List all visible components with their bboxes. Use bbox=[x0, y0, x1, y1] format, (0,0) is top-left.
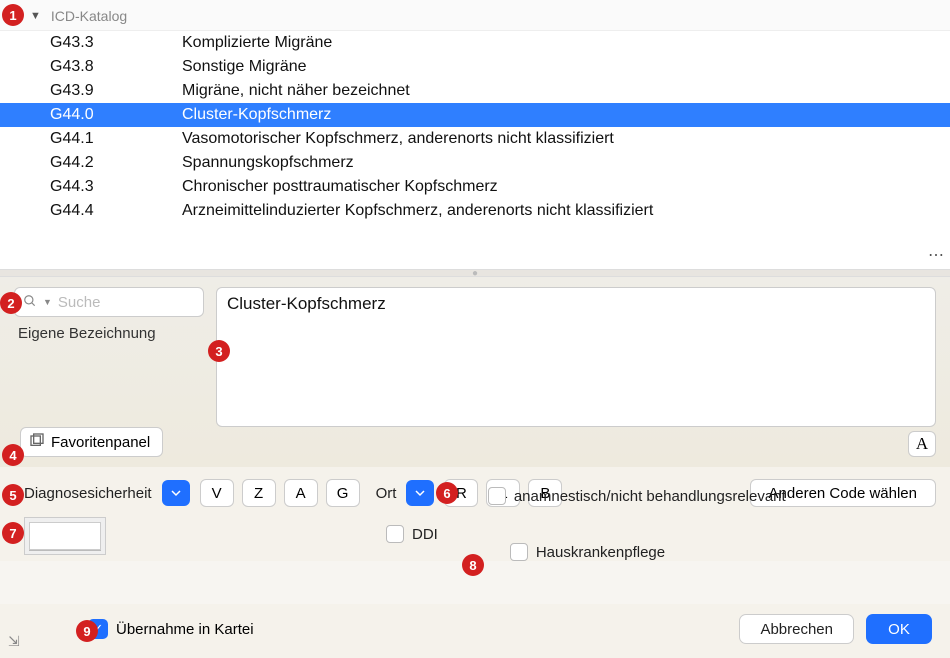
anamnestic-label: anamnestisch/nicht behandlungsrelevant bbox=[514, 488, 786, 505]
icd-code: G44.2 bbox=[50, 154, 182, 172]
icd-desc: Arzneimittelinduzierter Kopfschmerz, and… bbox=[182, 202, 950, 220]
chevron-down-icon: ▼ bbox=[30, 10, 41, 22]
diagnosis-textarea[interactable]: Cluster-Kopfschmerz bbox=[216, 287, 936, 427]
hkp-checkbox[interactable] bbox=[510, 543, 528, 561]
footer: ⇲ ✓ Übernahme in Kartei Abbrechen OK bbox=[0, 604, 950, 658]
font-button[interactable]: A bbox=[908, 431, 936, 457]
icd-code: G43.8 bbox=[50, 58, 182, 76]
diag-button-v[interactable]: V bbox=[200, 479, 234, 507]
marker-1: 1 bbox=[2, 4, 24, 26]
ok-button[interactable]: OK bbox=[866, 614, 932, 644]
search-input[interactable] bbox=[58, 294, 195, 311]
diag-button-a[interactable]: A bbox=[284, 479, 318, 507]
icd-row[interactable]: G43.3Komplizierte Migräne bbox=[0, 31, 950, 55]
cancel-button[interactable]: Abbrechen bbox=[739, 614, 854, 644]
icd-row[interactable]: G43.9Migräne, nicht näher bezeichnet bbox=[0, 79, 950, 103]
icd-desc: Cluster-Kopfschmerz bbox=[182, 106, 950, 124]
code-inputbox[interactable] bbox=[29, 522, 101, 550]
icd-row[interactable]: G44.4Arzneimittelinduzierter Kopfschmerz… bbox=[0, 199, 950, 223]
search-icon bbox=[23, 294, 37, 311]
icd-code: G43.3 bbox=[50, 34, 182, 52]
icd-row[interactable]: G44.1Vasomotorischer Kopfschmerz, andere… bbox=[0, 127, 950, 151]
icd-desc: Chronischer posttraumatischer Kopfschmer… bbox=[182, 178, 950, 196]
icd-row[interactable]: G44.0Cluster-Kopfschmerz bbox=[0, 103, 950, 127]
ddi-label: DDI bbox=[412, 526, 438, 543]
icd-desc: Migräne, nicht näher bezeichnet bbox=[182, 82, 950, 100]
icd-list: G43.3Komplizierte MigräneG43.8Sonstige M… bbox=[0, 31, 950, 269]
icd-code: G44.0 bbox=[50, 106, 182, 124]
location-dropdown[interactable] bbox=[406, 480, 434, 506]
marker-6: 6 bbox=[436, 482, 458, 504]
icd-row[interactable]: G44.3Chronischer posttraumatischer Kopfs… bbox=[0, 175, 950, 199]
take-to-file-label: Übernahme in Kartei bbox=[116, 621, 254, 638]
marker-4: 4 bbox=[2, 444, 24, 466]
diag-button-g[interactable]: G bbox=[326, 479, 360, 507]
ddi-checkbox[interactable] bbox=[386, 525, 404, 543]
split-handle[interactable]: ● bbox=[0, 269, 950, 277]
marker-8: 8 bbox=[462, 554, 484, 576]
anamnestic-checkbox[interactable] bbox=[488, 487, 506, 505]
marker-3: 3 bbox=[208, 340, 230, 362]
icd-code: G43.9 bbox=[50, 82, 182, 100]
icd-row[interactable]: G44.2Spannungskopfschmerz bbox=[0, 151, 950, 175]
code-inputbox-frame bbox=[24, 517, 106, 555]
search-field[interactable]: ▼ bbox=[14, 287, 204, 317]
resize-handle-icon[interactable]: ⇲ bbox=[8, 633, 20, 650]
icd-desc: Sonstige Migräne bbox=[182, 58, 950, 76]
hkp-label: Hauskrankenpflege bbox=[536, 544, 665, 561]
marker-9: 9 bbox=[76, 620, 98, 642]
icd-row[interactable]: G43.8Sonstige Migräne bbox=[0, 55, 950, 79]
icd-code: G44.4 bbox=[50, 202, 182, 220]
diag-button-z[interactable]: Z bbox=[242, 479, 276, 507]
icd-code: G44.1 bbox=[50, 130, 182, 148]
marker-5: 5 bbox=[2, 484, 24, 506]
icd-desc: Spannungskopfschmerz bbox=[182, 154, 950, 172]
icd-code: G44.3 bbox=[50, 178, 182, 196]
diag-certainty-label: Diagnosesicherheit bbox=[24, 485, 152, 502]
favorites-icon bbox=[29, 432, 45, 452]
icd-desc: Komplizierte Migräne bbox=[182, 34, 950, 52]
form-section: Diagnosesicherheit VZAG Ort RLB Anderen … bbox=[0, 467, 950, 561]
own-designation-label: Eigene Bezeichnung bbox=[14, 325, 204, 342]
location-label: Ort bbox=[376, 485, 397, 502]
more-icon[interactable]: ⋯ bbox=[926, 245, 946, 265]
detail-panel: ▼ Eigene Bezeichnung Cluster-Kopfschmerz… bbox=[0, 277, 950, 467]
section-header[interactable]: ▼ ICD-Katalog bbox=[0, 0, 950, 31]
favorites-panel-button[interactable]: Favoritenpanel bbox=[20, 427, 163, 457]
marker-7: 7 bbox=[2, 522, 24, 544]
search-menu-icon[interactable]: ▼ bbox=[43, 297, 52, 307]
favorites-label: Favoritenpanel bbox=[51, 434, 150, 451]
marker-2: 2 bbox=[0, 292, 22, 314]
icd-desc: Vasomotorischer Kopfschmerz, anderenorts… bbox=[182, 130, 950, 148]
diag-certainty-dropdown[interactable] bbox=[162, 480, 190, 506]
section-title: ICD-Katalog bbox=[51, 8, 127, 24]
